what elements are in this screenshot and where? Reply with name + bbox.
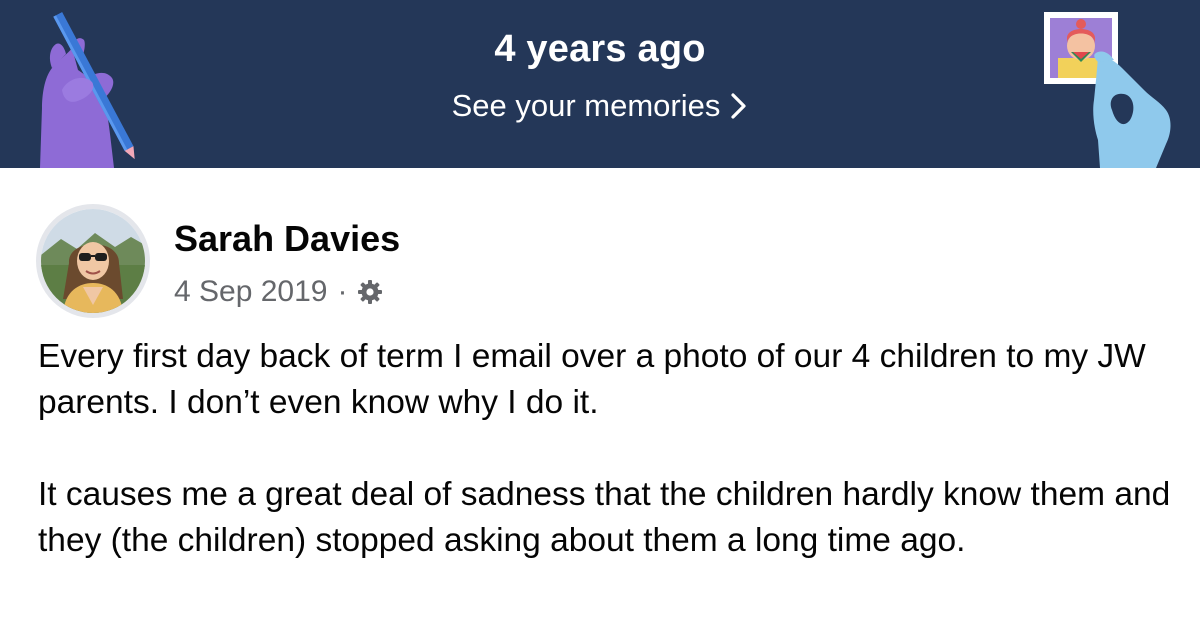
memory-title: 4 years ago bbox=[494, 28, 706, 70]
memory-post: Sarah Davies 4 Sep 2019 · Every first da… bbox=[0, 168, 1200, 642]
see-your-memories-label: See your memories bbox=[451, 88, 721, 123]
gear-icon[interactable] bbox=[357, 279, 383, 305]
avatar[interactable] bbox=[36, 204, 150, 318]
post-text: Every first day back of term I email ove… bbox=[38, 334, 1178, 564]
memory-post-page: 4 years ago See your memories Sarah Davi… bbox=[0, 0, 1200, 642]
see-your-memories-link[interactable]: See your memories bbox=[0, 88, 1200, 124]
post-paragraph: It causes me a great deal of sadness tha… bbox=[38, 476, 1171, 559]
post-date[interactable]: 4 Sep 2019 bbox=[174, 275, 327, 309]
chevron-right-icon bbox=[730, 92, 748, 120]
hand-holding-photo-illustration bbox=[1044, 12, 1171, 168]
memories-banner: 4 years ago See your memories bbox=[0, 0, 1200, 168]
meta-separator: · bbox=[337, 275, 348, 308]
author-name[interactable]: Sarah Davies bbox=[174, 218, 400, 260]
post-meta: 4 Sep 2019 · bbox=[174, 275, 383, 309]
post-paragraph: Every first day back of term I email ove… bbox=[38, 338, 1146, 421]
